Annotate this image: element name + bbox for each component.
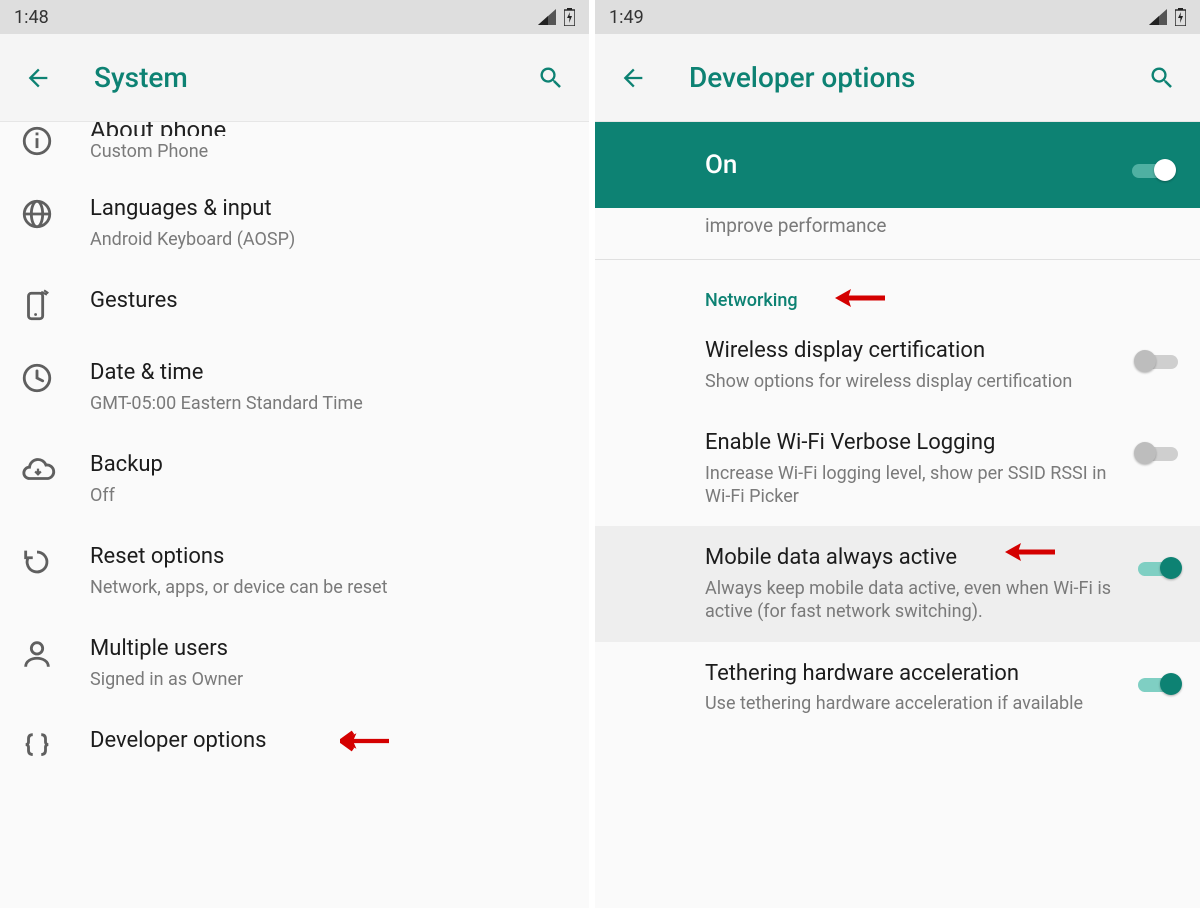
developer-options-list[interactable]: improve performance Networking Wireless … — [595, 208, 1200, 908]
section-header-networking: Networking — [595, 260, 1200, 319]
globe-icon — [20, 197, 54, 231]
item-title: About phone — [90, 122, 226, 136]
item-title: Enable Wi-Fi Verbose Logging — [705, 429, 1122, 458]
item-subtitle: GMT-05:00 Eastern Standard Time — [90, 392, 569, 415]
item-date-time[interactable]: Date & time GMT-05:00 Eastern Standard T… — [0, 341, 589, 433]
status-icons — [1149, 8, 1186, 26]
toggle-wireless-display-cert[interactable] — [1134, 347, 1182, 375]
battery-charging-icon — [1175, 8, 1186, 26]
item-subtitle: Increase Wi-Fi logging level, show per S… — [705, 462, 1122, 509]
item-wifi-verbose-logging[interactable]: Enable Wi-Fi Verbose Logging Increase Wi… — [595, 411, 1200, 526]
toggle-mobile-data-always-active[interactable] — [1134, 554, 1182, 582]
item-title: Developer options — [90, 727, 569, 756]
toggle-tethering-hw-accel[interactable] — [1134, 670, 1182, 698]
page-title: System — [60, 61, 529, 94]
item-subtitle: Signed in as Owner — [90, 668, 569, 691]
item-wireless-display-cert[interactable]: Wireless display certification Show opti… — [595, 319, 1200, 411]
item-about-phone[interactable]: About phone Custom Phone — [0, 122, 589, 177]
status-icons — [538, 8, 575, 26]
clock-icon — [20, 361, 54, 395]
status-time: 1:48 — [14, 7, 49, 28]
item-languages-input[interactable]: Languages & input Android Keyboard (AOSP… — [0, 177, 589, 269]
gestures-icon — [20, 289, 54, 323]
status-bar: 1:49 — [595, 0, 1200, 34]
back-button[interactable] — [16, 56, 60, 100]
item-title: Gestures — [90, 287, 569, 316]
item-reset-options[interactable]: Reset options Network, apps, or device c… — [0, 525, 589, 617]
status-time: 1:49 — [609, 7, 644, 28]
item-title: Wireless display certification — [705, 337, 1122, 366]
back-button[interactable] — [611, 56, 655, 100]
item-subtitle: Off — [90, 484, 569, 507]
screen-system: 1:48 System About phone Custom Phone — [0, 0, 595, 908]
item-title: Reset options — [90, 543, 569, 572]
item-subtitle: Always keep mobile data active, even whe… — [705, 577, 1122, 624]
braces-icon — [20, 729, 54, 763]
signal-icon — [1149, 9, 1167, 25]
arrow-back-icon — [619, 64, 647, 92]
cloud-backup-icon — [20, 453, 56, 487]
item-title: Languages & input — [90, 195, 569, 224]
page-title: Developer options — [655, 61, 1140, 94]
app-bar: Developer options — [595, 34, 1200, 122]
item-tethering-hw-accel[interactable]: Tethering hardware acceleration Use teth… — [595, 642, 1200, 734]
signal-icon — [538, 9, 556, 25]
item-title: Multiple users — [90, 635, 569, 664]
search-button[interactable] — [1140, 56, 1184, 100]
master-toggle[interactable] — [1128, 156, 1176, 184]
battery-charging-icon — [564, 8, 575, 26]
search-button[interactable] — [529, 56, 573, 100]
partial-item-subtitle: improve performance — [595, 208, 1200, 251]
item-title: Date & time — [90, 359, 569, 388]
toggle-wifi-verbose[interactable] — [1134, 439, 1182, 467]
arrow-back-icon — [24, 64, 52, 92]
annotation-arrow-icon — [835, 286, 885, 310]
app-bar: System — [0, 34, 589, 122]
item-multiple-users[interactable]: Multiple users Signed in as Owner — [0, 617, 589, 709]
item-mobile-data-always-active[interactable]: Mobile data always active Always keep mo… — [595, 526, 1200, 641]
user-icon — [20, 637, 54, 671]
item-developer-options[interactable]: Developer options — [0, 709, 589, 781]
item-subtitle: Show options for wireless display certif… — [705, 370, 1122, 393]
item-title: Mobile data always active — [705, 544, 1122, 573]
item-subtitle: Use tethering hardware acceleration if a… — [705, 692, 1122, 715]
item-subtitle: Network, apps, or device can be reset — [90, 576, 569, 599]
item-title: Tethering hardware acceleration — [705, 660, 1122, 689]
master-toggle-label: On — [619, 150, 1128, 180]
status-bar: 1:48 — [0, 0, 589, 34]
master-toggle-banner[interactable]: On — [595, 122, 1200, 208]
info-icon — [20, 124, 54, 158]
item-subtitle: Custom Phone — [90, 140, 569, 163]
search-icon — [1148, 64, 1176, 92]
item-subtitle: Android Keyboard (AOSP) — [90, 228, 569, 251]
item-backup[interactable]: Backup Off — [0, 433, 589, 525]
settings-list[interactable]: About phone Custom Phone Languages & inp… — [0, 122, 589, 908]
screen-developer-options: 1:49 Developer options On improve perfor… — [595, 0, 1200, 908]
reset-icon — [20, 545, 54, 579]
item-gestures[interactable]: Gestures — [0, 269, 589, 341]
item-title: Backup — [90, 451, 569, 480]
search-icon — [537, 64, 565, 92]
